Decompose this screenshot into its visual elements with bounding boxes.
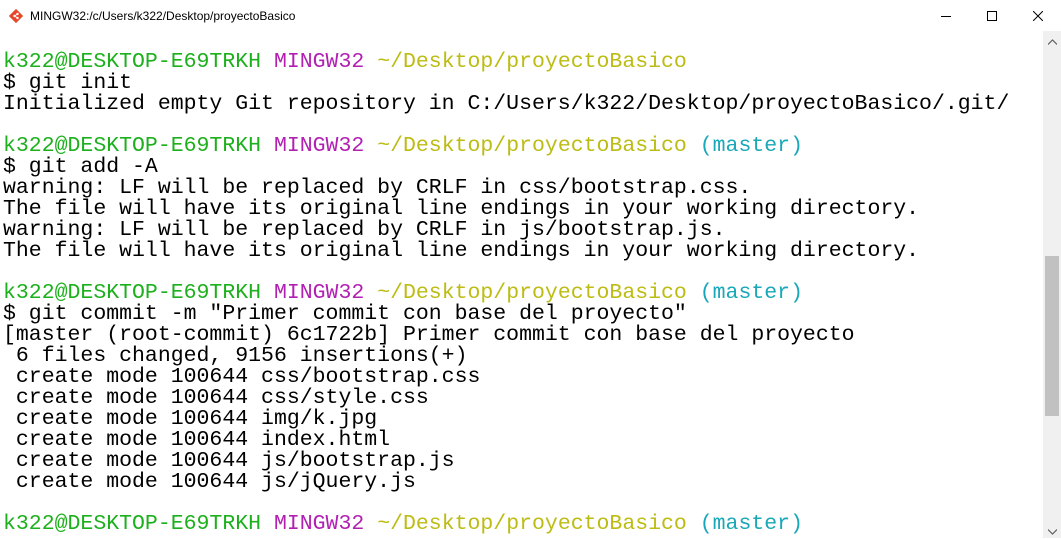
maximize-button[interactable] xyxy=(969,0,1015,31)
chevron-up-icon xyxy=(1047,30,1057,49)
close-button[interactable] xyxy=(1015,0,1061,31)
output-line: The file will have its original line end… xyxy=(3,239,920,263)
terminal-window: MINGW32:/c/Users/k322/Desktop/proyectoBa… xyxy=(0,0,1061,538)
prompt-path: ~/Desktop/proyectoBasico xyxy=(377,134,687,158)
git-bash-icon xyxy=(8,8,24,24)
terminal-lines: k322@DESKTOP-E69TRKH MINGW32 ~/Desktop/p… xyxy=(3,50,1010,536)
command-line: $ git add -A xyxy=(3,155,158,179)
prompt-line: k322@DESKTOP-E69TRKH MINGW32 ~/Desktop/p… xyxy=(3,512,1009,536)
maximize-icon xyxy=(987,6,997,25)
prompt-system: MINGW32 xyxy=(273,512,365,536)
output-line: create mode 100644 js/jQuery.js xyxy=(3,470,416,494)
prompt-branch: (master) xyxy=(699,134,803,158)
prompt-branch: (master) xyxy=(699,512,803,536)
command-line: $ git commit -m "Primer commit con base … xyxy=(3,302,687,326)
prompt-system: MINGW32 xyxy=(273,134,365,158)
output-line: The file will have its original line end… xyxy=(3,197,920,221)
output-line: warning: LF will be replaced by CRLF in … xyxy=(3,176,752,200)
prompt-line: k322@DESKTOP-E69TRKH MINGW32 ~/Desktop/p… xyxy=(3,134,1009,158)
prompt-path: ~/Desktop/proyectoBasico xyxy=(377,512,687,536)
output-line: create mode 100644 js/bootstrap.js xyxy=(3,449,455,473)
close-icon xyxy=(1032,6,1044,25)
prompt-path: ~/Desktop/proyectoBasico xyxy=(377,50,687,74)
prompt-user: k322@DESKTOP-E69TRKH xyxy=(3,512,262,536)
prompt-branch: (master) xyxy=(699,281,803,305)
scroll-up-button[interactable] xyxy=(1043,31,1061,48)
vertical-scrollbar[interactable] xyxy=(1043,31,1061,538)
prompt-line: k322@DESKTOP-E69TRKH MINGW32 ~/Desktop/p… xyxy=(3,281,1009,305)
output-line: warning: LF will be replaced by CRLF in … xyxy=(3,218,726,242)
window-controls xyxy=(923,0,1061,31)
output-line: Initialized empty Git repository in C:/U… xyxy=(3,92,1010,116)
output-line: create mode 100644 css/bootstrap.css xyxy=(3,365,481,389)
window-title: MINGW32:/c/Users/k322/Desktop/proyectoBa… xyxy=(30,8,296,23)
output-line: [master (root-commit) 6c1722b] Primer co… xyxy=(3,323,855,347)
title-bar[interactable]: MINGW32:/c/Users/k322/Desktop/proyectoBa… xyxy=(0,0,1061,31)
minimize-button[interactable] xyxy=(923,0,969,31)
minimize-icon xyxy=(941,6,951,25)
prompt-line: k322@DESKTOP-E69TRKH MINGW32 ~/Desktop/p… xyxy=(3,50,1009,74)
command-line: $ git init xyxy=(3,71,133,95)
scrollbar-thumb[interactable] xyxy=(1045,256,1059,416)
output-line: create mode 100644 index.html xyxy=(3,428,391,452)
prompt-system: MINGW32 xyxy=(273,50,365,74)
scroll-down-button[interactable] xyxy=(1043,521,1061,538)
chevron-down-icon xyxy=(1047,520,1057,539)
output-line: create mode 100644 css/style.css xyxy=(3,386,429,410)
terminal-output[interactable]: k322@DESKTOP-E69TRKH MINGW32 ~/Desktop/p… xyxy=(0,31,1043,538)
output-line: 6 files changed, 9156 insertions(+) xyxy=(3,344,468,368)
output-line: create mode 100644 img/k.jpg xyxy=(3,407,378,431)
